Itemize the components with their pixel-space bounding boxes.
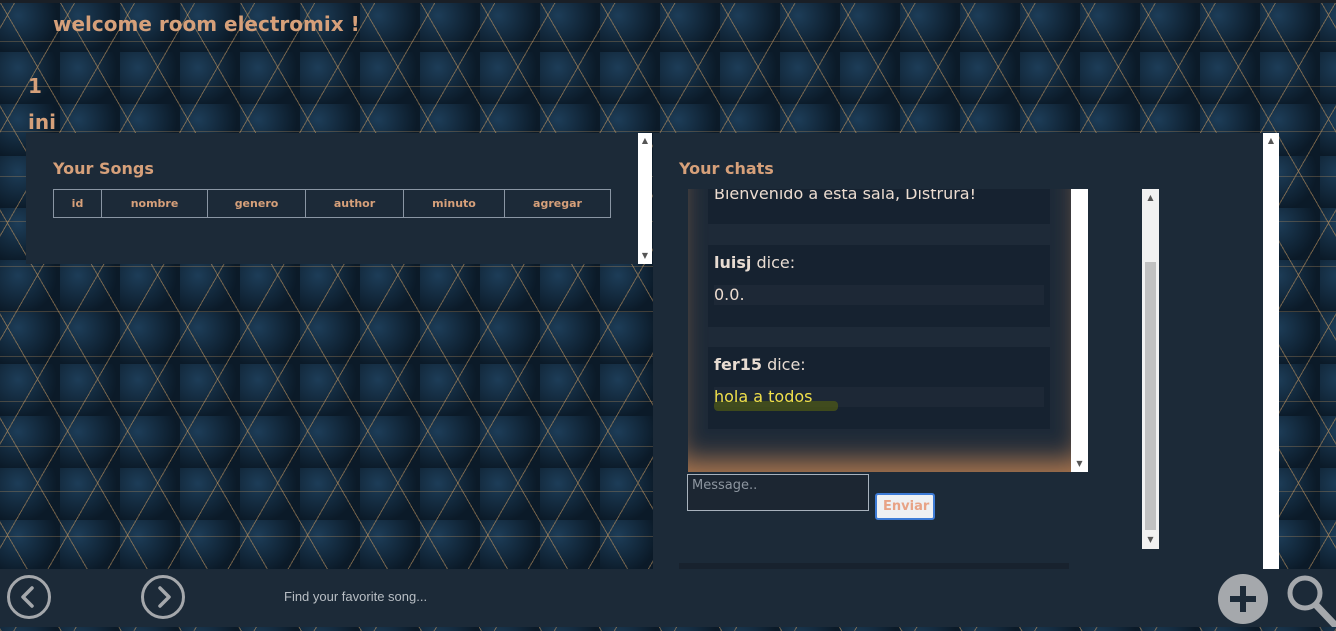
column-header-genero[interactable]: genero — [207, 189, 306, 218]
chat-scrollbar[interactable]: ▼ — [1071, 189, 1088, 472]
top-border — [0, 0, 1336, 3]
column-header-agregar[interactable]: agregar — [504, 189, 611, 218]
scroll-up-arrow-icon[interactable]: ▲ — [1263, 135, 1279, 147]
chat-message: luisj dice: 0.0. — [708, 245, 1050, 327]
back-button[interactable] — [7, 575, 51, 619]
scroll-up-arrow-icon[interactable]: ▲ — [1142, 192, 1159, 204]
message-text-highlighted: hola a todos — [714, 387, 1044, 411]
message-header: fer15 dice: — [714, 355, 806, 374]
songs-scrollbar[interactable]: ▲ ▼ — [638, 133, 652, 264]
user-counter: 1 — [28, 74, 42, 98]
message-user: luisj — [714, 253, 752, 272]
column-header-author[interactable]: author — [305, 189, 404, 218]
scroll-down-arrow-icon[interactable]: ▼ — [1071, 458, 1088, 470]
column-header-minuto[interactable]: minuto — [403, 189, 505, 218]
message-text: 0.0. — [714, 285, 1044, 305]
songs-title: Your Songs — [53, 159, 154, 178]
search-button[interactable] — [1285, 573, 1336, 628]
search-icon — [1287, 575, 1336, 628]
forward-icon — [158, 586, 171, 608]
message-verb: dice: — [756, 253, 796, 272]
send-button[interactable]: Enviar — [875, 493, 935, 520]
chats-title: Your chats — [679, 159, 774, 178]
message-user: fer15 — [714, 355, 762, 374]
chat-message: Bienvenido a esta sala, Distrura! — [708, 189, 1050, 224]
scroll-up-arrow-icon[interactable]: ▲ — [638, 135, 652, 147]
scrollbar-thumb[interactable] — [1145, 262, 1156, 530]
room-welcome-title: welcome room electromix ! — [53, 12, 360, 36]
chat-messages-box: Bienvenido a esta sala, Distrura! luisj … — [688, 189, 1071, 472]
chat-message: fer15 dice: hola a todos — [708, 347, 1050, 429]
song-search-input[interactable] — [282, 583, 786, 609]
add-button[interactable] — [1218, 574, 1268, 624]
songs-table-header: id nombre genero author minuto agregar — [53, 189, 611, 218]
page-scrollbar[interactable]: ▲ — [1263, 133, 1279, 569]
message-text: hola a todos — [714, 387, 813, 406]
back-icon — [21, 586, 34, 608]
scroll-down-arrow-icon[interactable]: ▼ — [1142, 534, 1159, 546]
scroll-down-arrow-icon[interactable]: ▼ — [638, 250, 652, 262]
songs-table: id nombre genero author minuto agregar — [53, 189, 611, 218]
forward-button[interactable] — [141, 575, 185, 619]
add-icon — [1230, 586, 1256, 612]
message-verb: dice: — [767, 355, 806, 374]
chats-panel-scrollbar[interactable]: ▲ ▼ — [1142, 189, 1159, 549]
message-header: luisj dice: — [714, 253, 795, 272]
column-header-id[interactable]: id — [53, 189, 102, 218]
message-input[interactable] — [687, 474, 869, 511]
message-text: Bienvenido a esta sala, Distrura! — [714, 189, 977, 203]
column-header-nombre[interactable]: nombre — [101, 189, 208, 218]
status-label: ini — [28, 110, 56, 134]
